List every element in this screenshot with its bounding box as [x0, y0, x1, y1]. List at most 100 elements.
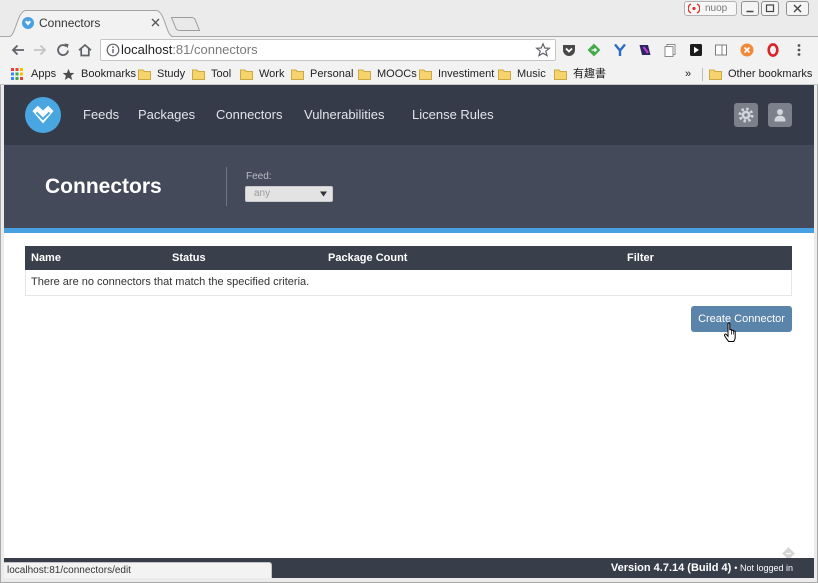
bookmark-bookmarks[interactable]: Bookmarks	[62, 64, 136, 84]
reader-icon[interactable]	[713, 42, 729, 58]
home-icon[interactable]	[77, 42, 93, 58]
bookmark-folder-label: 有趣書	[573, 68, 606, 80]
nav-vulnerabilities[interactable]: Vulnerabilities	[304, 85, 384, 145]
folder-icon	[554, 69, 567, 80]
folder-icon	[709, 69, 722, 80]
page-viewport: Feeds Packages Connectors Vulnerabilitie…	[4, 85, 814, 578]
maximize-button[interactable]	[761, 1, 779, 16]
column-filter: Filter	[627, 252, 654, 264]
connectors-favicon-icon	[22, 17, 34, 29]
bookmarks-bar: Apps Bookmarks Study Tool Work Personal …	[0, 64, 818, 85]
bookmark-folder[interactable]: Personal	[291, 64, 353, 84]
info-icon[interactable]	[106, 43, 120, 57]
bookmarks-separator	[702, 68, 703, 81]
bookmark-folder-label: Investiment	[438, 68, 495, 80]
footer-info: Version 4.7.14 (Build 4) • Not logged in	[611, 558, 793, 578]
bookmark-folder[interactable]: Music	[498, 64, 546, 84]
table-header: Name Status Package Count Filter	[25, 246, 792, 270]
bookmark-folder[interactable]: 有趣書	[554, 64, 606, 84]
dropdown-arrow-icon	[320, 191, 327, 197]
chrome-menu-icon[interactable]	[791, 42, 807, 58]
proget-logo-icon[interactable]	[25, 97, 61, 133]
browser-toolbar: localhost:81/connectors	[0, 36, 818, 64]
bookmarks-overflow-label: »	[685, 68, 692, 80]
settings-button[interactable]	[734, 103, 758, 127]
page-header: Connectors Feed: any	[4, 145, 814, 228]
new-tab-icon[interactable]	[170, 17, 201, 31]
address-url[interactable]: localhost:81/connectors	[121, 40, 258, 60]
bookmark-folder-label: Music	[517, 68, 546, 80]
address-host: localhost	[121, 42, 173, 57]
nav-license-rules[interactable]: License Rules	[412, 85, 494, 145]
reload-icon[interactable]	[55, 42, 71, 58]
profile-button[interactable]: nuop	[684, 1, 737, 16]
accent-stripe	[4, 228, 814, 233]
bookmark-folder[interactable]: Tool	[192, 64, 231, 84]
feed-filter-label: Feed:	[246, 171, 272, 182]
browser-window: Connectors nuop localhost:81/connectors …	[0, 0, 818, 583]
version-text: Version 4.7.14 (Build 4)	[610, 562, 732, 574]
bookmark-bookmarks-label: Bookmarks	[81, 68, 137, 80]
purple-extension-icon[interactable]	[637, 42, 653, 58]
orange-x-icon[interactable]	[739, 42, 755, 58]
close-icon[interactable]	[151, 18, 160, 27]
pocket-icon[interactable]	[561, 42, 577, 58]
folder-icon	[240, 69, 253, 80]
bookmark-folder-label: Study	[157, 68, 186, 80]
address-path: :81/connectors	[172, 42, 258, 57]
profile-icon	[688, 3, 700, 14]
folder-icon	[498, 69, 511, 80]
tab-strip: Connectors nuop	[0, 0, 818, 37]
green-diamond-icon[interactable]	[586, 42, 602, 58]
feed-filter-select[interactable]: any	[245, 186, 333, 202]
address-bar[interactable]: localhost:81/connectors	[100, 39, 556, 61]
bookmark-folder-label: Personal	[310, 68, 354, 80]
bookmark-folder[interactable]: MOOCs	[358, 64, 417, 84]
column-name: Name	[31, 252, 61, 264]
nav-connectors[interactable]: Connectors	[216, 85, 282, 145]
user-button[interactable]	[768, 103, 792, 127]
bookmark-apps[interactable]: Apps	[11, 64, 56, 84]
apps-grid-icon	[11, 68, 23, 80]
bookmark-other-bookmarks[interactable]: Other bookmarks	[709, 64, 812, 84]
nav-packages[interactable]: Packages	[138, 85, 195, 145]
play-icon[interactable]	[688, 42, 704, 58]
red-o-icon[interactable]	[765, 42, 781, 58]
profile-name: nuop	[705, 3, 728, 14]
folder-icon	[358, 69, 371, 80]
hand-cursor-icon	[723, 322, 736, 342]
folder-icon	[291, 69, 304, 80]
minimize-button[interactable]	[741, 1, 759, 16]
close-window-button[interactable]	[786, 1, 809, 16]
folder-icon	[192, 69, 205, 80]
bookmark-folder[interactable]: Study	[138, 64, 185, 84]
close-window-icon	[793, 4, 802, 13]
minimize-icon	[746, 10, 754, 13]
star-icon[interactable]	[535, 42, 551, 58]
top-navigation: Feeds Packages Connectors Vulnerabilitie…	[4, 85, 814, 145]
bookmark-apps-label: Apps	[31, 68, 57, 80]
page-title: Connectors	[45, 175, 162, 198]
folder-icon	[419, 69, 432, 80]
back-arrow-icon[interactable]	[10, 42, 26, 58]
bookmark-folder[interactable]: Work	[240, 64, 284, 84]
folder-icon	[138, 69, 151, 80]
bookmark-folder[interactable]: Investiment	[419, 64, 494, 84]
pages-icon[interactable]	[662, 42, 678, 58]
y-icon[interactable]	[612, 42, 628, 58]
other-bookmarks-label: Other bookmarks	[728, 68, 813, 80]
column-package-count: Package Count	[328, 252, 408, 264]
bookmark-star-icon	[62, 68, 75, 80]
connectors-table: Name Status Package Count Filter There a…	[25, 246, 792, 296]
empty-table-message: There are no connectors that match the s…	[31, 276, 310, 288]
bookmark-folder-label: MOOCs	[377, 68, 417, 80]
nav-feeds[interactable]: Feeds	[83, 85, 119, 145]
login-status: • Not logged in	[734, 563, 793, 573]
create-connector-button[interactable]: Create Connector	[691, 306, 792, 332]
bookmark-folder-label: Tool	[211, 68, 232, 80]
table-row: There are no connectors that match the s…	[25, 270, 792, 296]
header-divider	[226, 167, 227, 206]
bookmarks-overflow-button[interactable]: »	[685, 64, 691, 84]
forward-arrow-icon[interactable]	[32, 42, 48, 58]
gear-icon	[738, 107, 754, 123]
